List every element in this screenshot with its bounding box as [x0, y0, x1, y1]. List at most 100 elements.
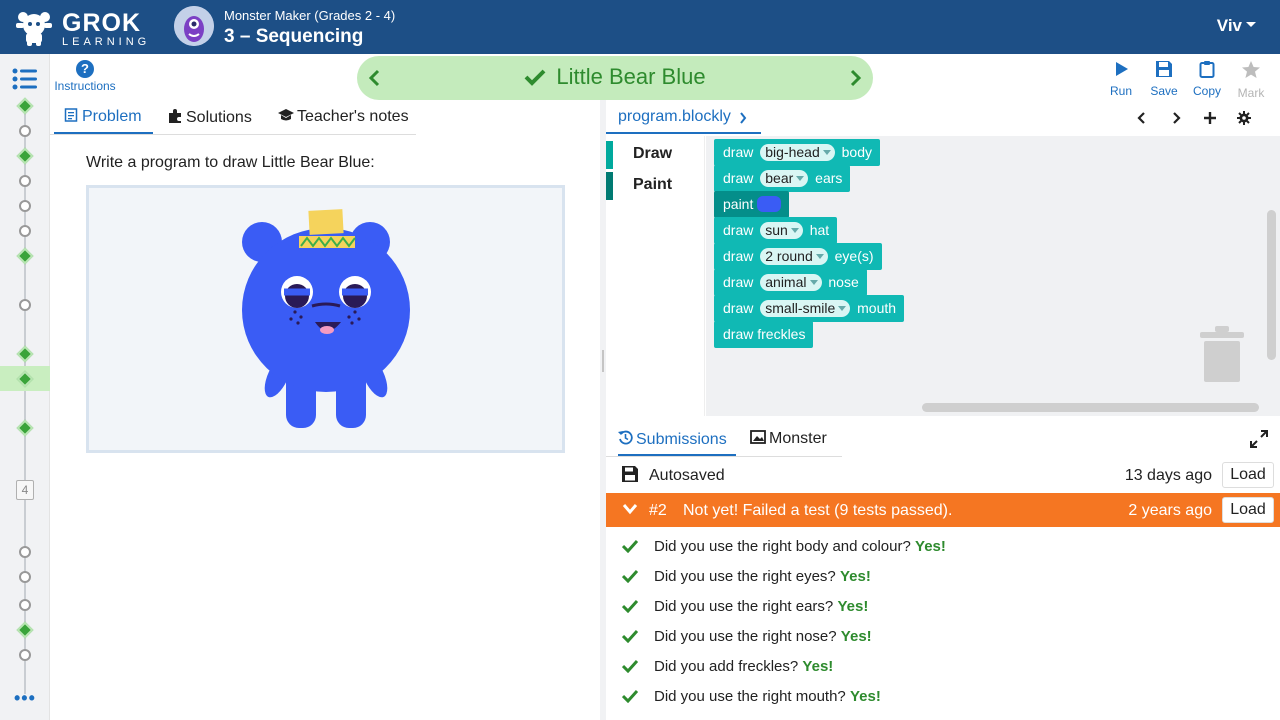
- expand-icon[interactable]: [1250, 430, 1268, 448]
- tab-divider: [606, 456, 842, 457]
- test-result: Did you use the right ears? Yes!: [606, 592, 1280, 622]
- mark-button[interactable]: Mark: [1229, 60, 1273, 100]
- tab-monster[interactable]: Monster: [750, 422, 827, 456]
- rail-more[interactable]: •••: [14, 688, 36, 709]
- gear-icon[interactable]: [1236, 110, 1252, 126]
- load-submission-button[interactable]: Load: [1222, 497, 1274, 523]
- problem-title-text: Little Bear Blue: [556, 64, 706, 89]
- tab-solutions[interactable]: Solutions: [167, 100, 252, 134]
- block-label: body: [841, 144, 872, 160]
- block-dropdown[interactable]: sun: [760, 222, 803, 239]
- tab-submissions[interactable]: Submissions: [618, 422, 736, 456]
- tab-problem-label: Problem: [82, 108, 142, 125]
- block-keyword: draw: [723, 248, 754, 264]
- test-question: Did you use the right ears? Yes!: [654, 598, 868, 615]
- check-icon: [622, 689, 638, 703]
- copy-label: Copy: [1192, 84, 1221, 98]
- block-draw-eyes[interactable]: draw 2 round eye(s): [714, 243, 882, 270]
- lesson-name[interactable]: 3 – Sequencing: [224, 26, 363, 48]
- outline-list-icon[interactable]: [12, 68, 38, 90]
- test-question-text: Did you use the right mouth?: [654, 688, 846, 705]
- tab-monster-label: Monster: [769, 430, 827, 447]
- dropdown-arrow-icon: [822, 150, 831, 155]
- chevron-right-icon[interactable]: [1168, 110, 1184, 126]
- rail-step-number[interactable]: 4: [16, 480, 34, 500]
- category-color-mark: [606, 141, 613, 169]
- load-autosave-button[interactable]: Load: [1222, 462, 1274, 488]
- rail-problem[interactable]: [19, 225, 31, 237]
- color-swatch[interactable]: [757, 196, 782, 212]
- block-dropdown[interactable]: bear: [760, 170, 809, 187]
- course-name[interactable]: Monster Maker (Grades 2 - 4): [224, 8, 395, 23]
- grok-logo[interactable]: GROK LEARNING: [14, 7, 154, 49]
- dropdown-arrow-icon: [790, 228, 799, 233]
- vertical-scrollbar[interactable]: [1267, 210, 1276, 360]
- rail-problem[interactable]: [19, 175, 31, 187]
- block-draw-ears[interactable]: draw bear ears: [714, 165, 851, 192]
- copy-button[interactable]: Copy: [1185, 60, 1229, 98]
- tab-problem[interactable]: Problem: [54, 100, 153, 134]
- block-keyword: draw: [723, 144, 754, 160]
- rail-problem[interactable]: [19, 125, 31, 137]
- chevron-left-icon[interactable]: [1134, 110, 1150, 126]
- chevron-down-icon[interactable]: [622, 503, 638, 515]
- category-draw[interactable]: Draw: [606, 141, 705, 169]
- run-button[interactable]: Run: [1099, 60, 1143, 98]
- dropdown-arrow-icon: [796, 176, 805, 181]
- block-draw-mouth[interactable]: draw small-smile mouth: [714, 295, 905, 322]
- puzzle-icon: [169, 109, 181, 123]
- file-tab-program[interactable]: program.blockly: [606, 100, 761, 134]
- block-dropdown[interactable]: 2 round: [760, 248, 828, 265]
- submission-row[interactable]: #2 Not yet! Failed a test (9 tests passe…: [606, 493, 1280, 527]
- category-draw-label: Draw: [633, 145, 673, 162]
- block-keyword: draw: [723, 170, 754, 186]
- rail-problem[interactable]: [19, 299, 31, 311]
- plus-icon[interactable]: [1202, 110, 1218, 126]
- dropdown-value: animal: [765, 274, 807, 290]
- save-button[interactable]: Save: [1142, 60, 1186, 98]
- splitter-grip[interactable]: [602, 350, 604, 372]
- block-dropdown[interactable]: small-smile: [760, 300, 851, 317]
- block-label: mouth: [857, 300, 897, 316]
- block-dropdown[interactable]: animal: [760, 274, 822, 291]
- block-paint[interactable]: paint: [714, 191, 790, 218]
- category-paint[interactable]: Paint: [606, 172, 705, 200]
- tab-teachers-notes[interactable]: Teacher's notes: [278, 100, 409, 134]
- chevron-right-icon[interactable]: [843, 66, 867, 90]
- image-icon: [750, 430, 766, 444]
- block-label: ears: [815, 170, 843, 186]
- problem-prompt: Write a program to draw Little Bear Blue…: [86, 154, 375, 171]
- category-paint-label: Paint: [633, 176, 673, 193]
- block-keyword: draw: [723, 274, 754, 290]
- user-menu[interactable]: Viv: [1217, 16, 1242, 36]
- problem-tabs: Problem Solutions Teacher's notes: [50, 100, 600, 134]
- trash-icon[interactable]: [1200, 326, 1244, 382]
- block-draw-freckles[interactable]: draw freckles: [714, 321, 814, 348]
- block-draw-nose[interactable]: draw animal nose: [714, 269, 867, 296]
- dropdown-value: big-head: [765, 144, 820, 160]
- blockly-toolbox: Draw Paint: [606, 136, 705, 416]
- test-question: Did you use the right nose? Yes!: [654, 628, 872, 645]
- rail-problem[interactable]: [19, 546, 31, 558]
- question-icon: ?: [76, 60, 94, 78]
- caret-down-icon[interactable]: [1246, 22, 1256, 27]
- block-draw-body[interactable]: draw big-head body: [714, 139, 880, 166]
- document-icon: [64, 108, 78, 122]
- rail-problem[interactable]: [19, 200, 31, 212]
- rail-problem[interactable]: [19, 649, 31, 661]
- rail-problem[interactable]: [19, 599, 31, 611]
- block-dropdown[interactable]: big-head: [760, 144, 835, 161]
- star-icon: [1242, 61, 1260, 78]
- monster-course-icon: [174, 6, 214, 46]
- test-result: Did you use the right mouth? Yes!: [606, 682, 1280, 712]
- file-tab-label: program.blockly: [618, 108, 731, 125]
- instructions-button[interactable]: ? Instructions: [52, 60, 118, 96]
- test-question-text: Did you use the right eyes?: [654, 568, 836, 585]
- rail-problem[interactable]: [19, 571, 31, 583]
- horizontal-scrollbar[interactable]: [922, 403, 1259, 412]
- dropdown-arrow-icon: [809, 280, 818, 285]
- test-result: Did you use the right eyes? Yes!: [606, 562, 1280, 592]
- test-answer: Yes!: [839, 568, 871, 585]
- tab-divider: [50, 134, 416, 135]
- block-draw-hat[interactable]: draw sun hat: [714, 217, 838, 244]
